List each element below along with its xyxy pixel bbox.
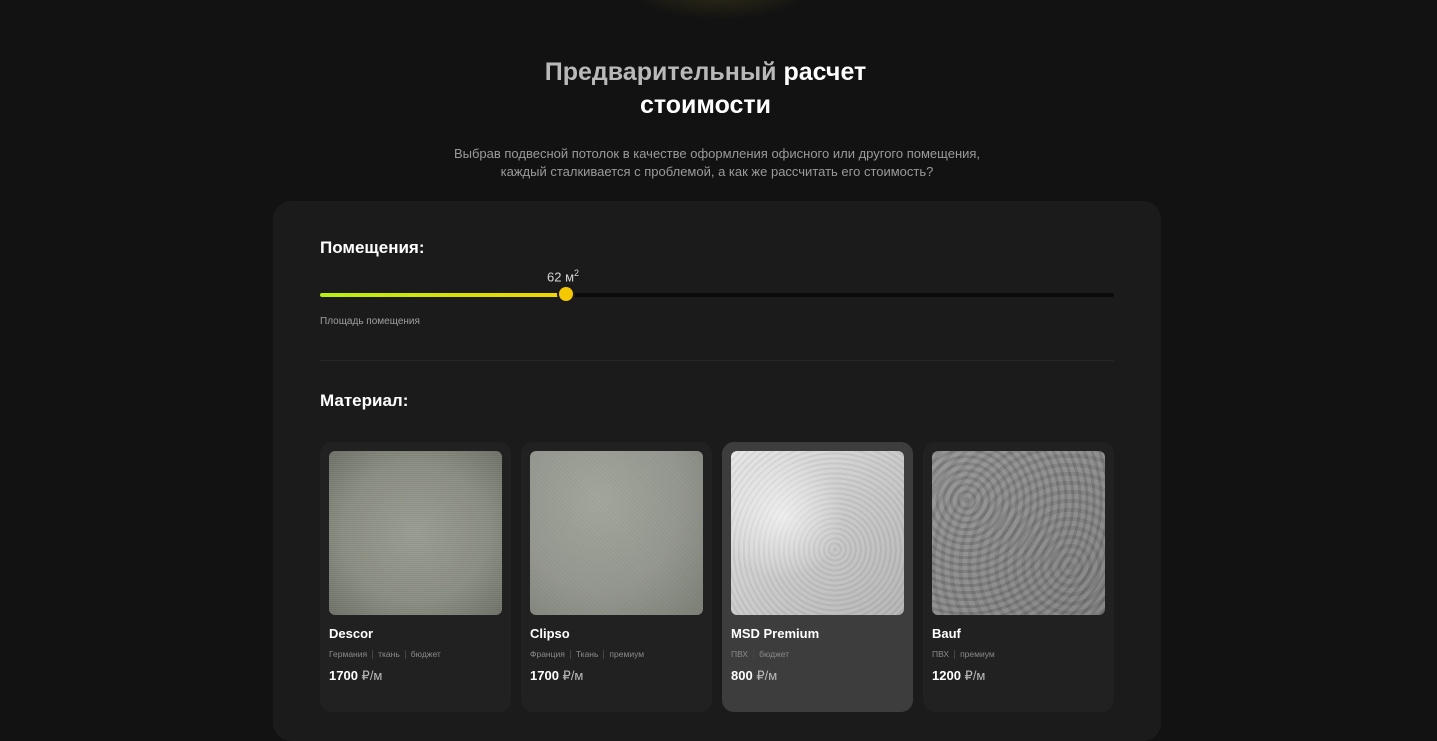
- price-unit: ₽/м: [361, 668, 383, 683]
- material-card-descor[interactable]: Descor Германия ткань бюджет 1700 ₽/м: [320, 442, 511, 712]
- price-value: 1700: [530, 668, 559, 683]
- area-slider[interactable]: [320, 287, 1114, 301]
- calculator-panel: Помещения: 62 м2 Площадь помещения Матер…: [273, 201, 1161, 741]
- material-tags: Франция Ткань премиум: [530, 649, 644, 659]
- material-name: MSD Premium: [731, 626, 820, 641]
- price-value: 800: [731, 668, 753, 683]
- price-unit: ₽/м: [562, 668, 584, 683]
- area-slider-thumb[interactable]: [559, 287, 574, 301]
- area-caption: Площадь помещения: [320, 316, 420, 327]
- material-name: Bauf: [932, 626, 961, 641]
- area-value: 62 м2: [547, 268, 579, 284]
- top-glow: [620, 0, 820, 20]
- material-image-clipso: [530, 451, 703, 615]
- material-card-clipso[interactable]: Clipso Франция Ткань премиум 1700 ₽/м: [521, 442, 712, 712]
- material-tag: бюджет: [759, 649, 790, 659]
- material-tag: ткань: [378, 649, 400, 659]
- title-part-strong: расчет: [783, 58, 867, 86]
- section-divider: [320, 360, 1114, 361]
- price-unit: ₽/м: [756, 668, 778, 683]
- material-tag: ПВХ: [932, 649, 950, 659]
- page-title: Предварительный расчет стоимости: [0, 56, 1411, 122]
- material-tags: ПВХ премиум: [932, 649, 995, 659]
- material-tag: Германия: [329, 649, 368, 659]
- price-value: 1700: [329, 668, 358, 683]
- material-price: 1700 ₽/м: [329, 668, 382, 684]
- rooms-label: Помещения:: [320, 238, 425, 257]
- material-label: Материал:: [320, 391, 409, 410]
- material-tag: ПВХ: [731, 649, 749, 659]
- material-price: 1200 ₽/м: [932, 668, 985, 684]
- area-value-text: 62 м: [547, 269, 575, 285]
- material-card-bauf[interactable]: Bauf ПВХ премиум 1200 ₽/м: [923, 442, 1114, 712]
- price-value: 1200: [932, 668, 961, 683]
- material-name: Descor: [329, 626, 374, 641]
- material-tag: Франция: [530, 649, 565, 659]
- material-image-descor: [329, 451, 502, 615]
- material-tags: ПВХ бюджет: [731, 649, 789, 659]
- material-name: Clipso: [530, 626, 570, 641]
- title-line-2: стоимости: [639, 91, 772, 119]
- material-image-msd-premium: [731, 451, 904, 615]
- material-price: 1700 ₽/м: [530, 668, 583, 684]
- material-tag: премиум: [960, 649, 995, 659]
- area-unit-exponent: 2: [574, 268, 580, 278]
- title-part-muted: Предварительный: [544, 58, 777, 86]
- price-unit: ₽/м: [964, 668, 986, 683]
- material-tag: Ткань: [575, 649, 599, 659]
- area-slider-fill: [320, 293, 567, 297]
- page-subtitle: Выбрав подвесной потолок в качестве офор…: [420, 145, 1014, 181]
- subtitle-line-1: Выбрав подвесной потолок в качестве офор…: [453, 146, 981, 161]
- material-tag: бюджет: [410, 649, 441, 659]
- material-tag: премиум: [609, 649, 645, 659]
- material-image-bauf: [932, 451, 1105, 615]
- subtitle-line-2: каждый сталкивается с проблемой, а как ж…: [500, 164, 934, 179]
- material-tags: Германия ткань бюджет: [329, 649, 441, 659]
- material-price: 800 ₽/м: [731, 668, 777, 684]
- material-card-msd-premium[interactable]: MSD Premium ПВХ бюджет 800 ₽/м: [722, 442, 913, 712]
